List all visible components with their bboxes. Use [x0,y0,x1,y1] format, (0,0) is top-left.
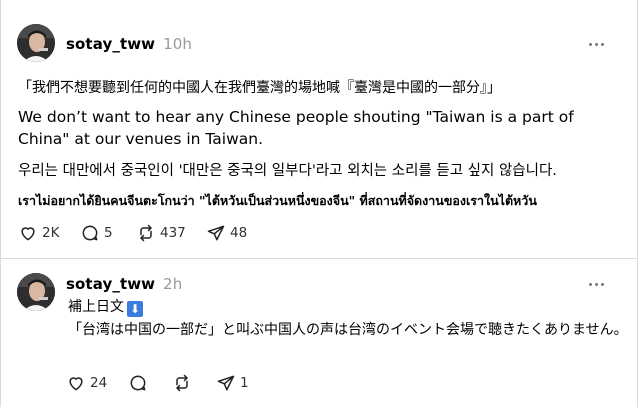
share-count: 48 [230,225,248,241]
repost-icon [140,224,152,242]
like-count: 24 [90,375,108,391]
comment-icon [82,225,98,241]
timestamp[interactable]: 10h [163,35,192,53]
timestamp[interactable]: 2h [163,275,182,293]
heart-icon [21,227,35,241]
post-text-english: We don’t want to hear any Chinese people… [18,108,574,148]
post-text-japanese: 「台湾は中国の一部だ」と叫ぶ中国人の声は台湾のイベント会場で聴きたくありません。 [68,322,628,338]
share-icon [217,375,235,391]
repost-button[interactable]: 437 [136,222,186,244]
post[interactable]: sotay_tww 2h 補上日文 ⬇ 「台湾は中国の一部だ」と叫ぶ中国人の声は台湾… [0,259,638,407]
username[interactable]: sotay_tww 2h [66,275,182,293]
share-count: 1 [240,375,249,391]
like-button[interactable]: 2K [18,222,59,244]
share-icon [207,225,225,241]
down-arrow-emoji-icon: ⬇ [127,301,143,317]
avatar[interactable] [17,24,55,62]
share-button[interactable]: 48 [206,222,247,244]
post[interactable]: sotay_tww 10h 「我們不想要聽到任何的中國人在我們臺灣的場地喊『臺灣是… [0,0,638,258]
repost-button[interactable] [172,372,192,394]
post-text-thai: เราไม่อยากได้ยินคนจีนตะโกนว่า "ไต้หวันเป… [18,193,537,208]
like-count: 2K [42,225,60,241]
more-icon[interactable] [589,281,607,289]
username[interactable]: sotay_tww 10h [66,35,192,53]
username-text[interactable]: sotay_tww [66,35,155,53]
more-icon[interactable] [589,41,607,49]
post-actions: 24 1 [66,372,326,394]
reply-button[interactable]: 5 [80,222,113,244]
post-text-chinese: 「我們不想要聽到任何的中國人在我們臺灣的場地喊『臺灣是中國的一部分』」 [18,80,501,96]
repost-icon [176,374,188,392]
like-button[interactable]: 24 [66,372,107,394]
avatar[interactable] [17,273,55,311]
post-text-header: 補上日文 ⬇ [68,296,143,317]
heart-icon [69,377,83,391]
post-header-text: 補上日文 [68,299,124,315]
reply-count: 5 [104,225,113,241]
username-text[interactable]: sotay_tww [66,275,155,293]
reply-button[interactable] [128,372,148,394]
post-text-korean: 우리는 대만에서 중국인이 '대만은 중국의 일부다'라고 외치는 소리를 듣고… [18,163,557,179]
share-button[interactable]: 1 [216,372,249,394]
repost-count: 437 [160,225,186,241]
comment-icon [130,375,146,391]
post-actions: 2K 5 437 48 [18,222,278,244]
